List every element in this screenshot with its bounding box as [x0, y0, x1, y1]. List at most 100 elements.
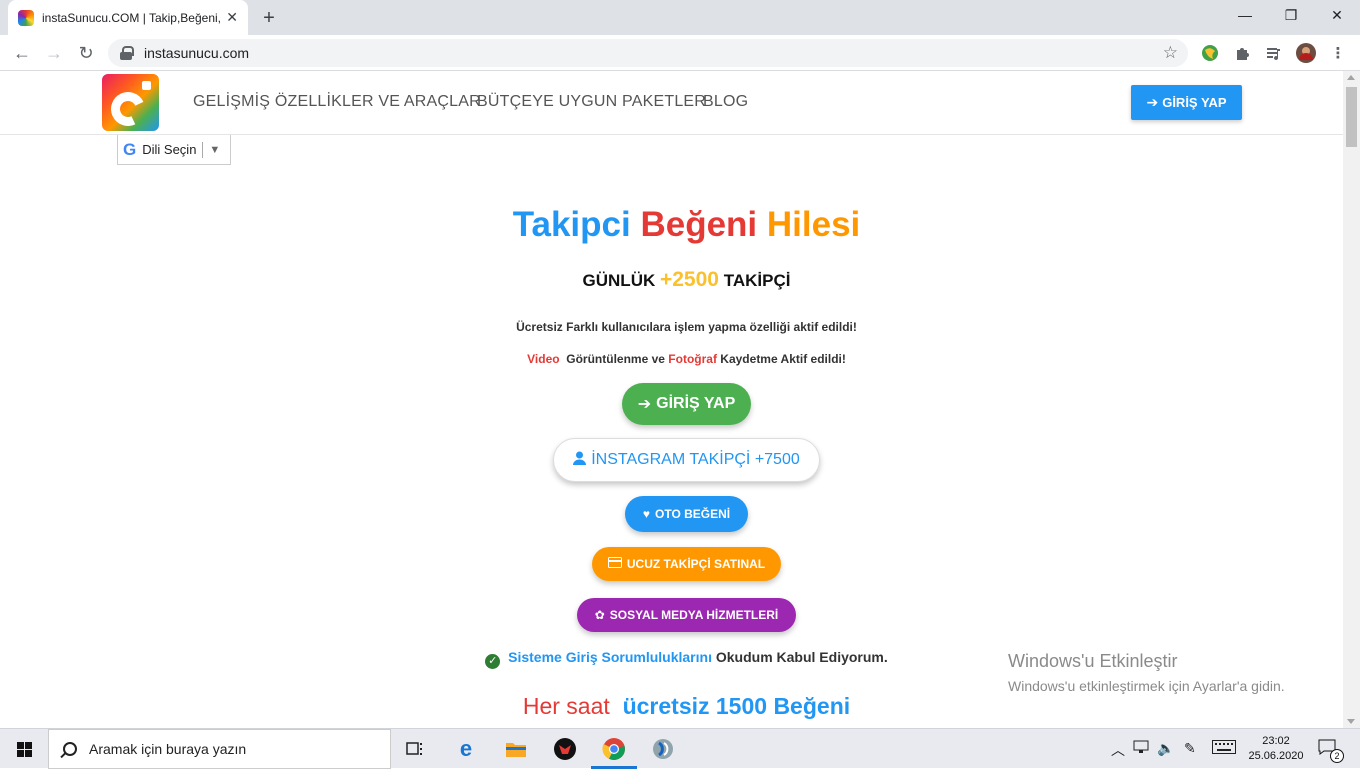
windows-activation-watermark: Windows'u Etkinleştir Windows'u etkinleş…: [1008, 651, 1285, 694]
nav-link-features[interactable]: GELİŞMİŞ ÖZELLİKLER VE ARAÇLAR: [193, 93, 481, 111]
scroll-thumb[interactable]: [1346, 87, 1357, 147]
login-button-label: GİRİŞ YAP: [656, 395, 736, 412]
logo-dot-icon: [142, 81, 151, 90]
sign-in-icon: ➔: [1146, 94, 1159, 110]
bookmark-star-icon[interactable]: ☆: [1163, 43, 1178, 63]
activation-title: Windows'u Etkinleştir: [1008, 651, 1178, 671]
lock-icon: [120, 46, 134, 60]
terms-link[interactable]: Sisteme Giriş Sorumluluklarını: [508, 649, 712, 665]
notification-count-badge: 2: [1330, 749, 1344, 763]
auto-like-label: OTO BEĞENİ: [655, 507, 731, 521]
photo-word: Fotoğraf: [668, 352, 717, 366]
hero-title: Takipci Beğeni Hilesi: [0, 205, 1343, 245]
reload-button[interactable]: ↻: [73, 40, 99, 66]
media-notice: Video Görüntülenme ve Fotoğraf Kaydetme …: [0, 352, 1343, 366]
heart-icon: ♥: [642, 507, 650, 521]
dropdown-arrow-icon: ▼: [209, 143, 221, 156]
hourly-part1: Her saat: [522, 693, 610, 719]
language-select-label: Dili Seçin: [142, 142, 197, 157]
globe-extension-icon[interactable]: [1200, 43, 1220, 63]
media-control-icon[interactable]: [1264, 43, 1284, 63]
daily-followers-headline: GÜNLÜK +2500 TAKİPÇİ: [0, 268, 1343, 292]
browser-toolbar: ← → ↻ instasunucu.com ☆ ⋮: [0, 35, 1360, 71]
search-icon: [63, 742, 77, 756]
site-favicon-icon: [18, 9, 34, 26]
notification-center-button[interactable]: 2: [1318, 739, 1344, 763]
browser-tab-strip: instaSunucu.COM | Takip,Beğeni,H ✕ + — ❐…: [0, 0, 1360, 35]
system-app-icon[interactable]: [649, 735, 677, 763]
edge-browser-icon[interactable]: e: [452, 735, 480, 763]
taskbar-search-box[interactable]: Aramak için buraya yazın: [48, 729, 391, 769]
header-login-button[interactable]: ➔ GİRİŞ YAP: [1131, 85, 1242, 120]
close-tab-icon[interactable]: ✕: [226, 9, 238, 26]
chrome-icon[interactable]: [600, 735, 628, 763]
nav-link-packages[interactable]: BÜTÇEYE UYGUN PAKETLER: [477, 93, 706, 111]
url-text[interactable]: instasunucu.com: [144, 45, 249, 61]
daily-number: +2500: [659, 268, 719, 291]
check-circle-icon: ✓: [485, 654, 501, 669]
daily-prefix: GÜNLÜK: [582, 271, 656, 290]
page-viewport: GELİŞMİŞ ÖZELLİKLER VE ARAÇLAR BÜTÇEYE U…: [0, 71, 1343, 728]
forward-button[interactable]: →: [41, 40, 67, 66]
google-g-icon: G: [123, 139, 137, 159]
social-media-services-label: SOSYAL MEDYA HİZMETLERİ: [609, 608, 779, 622]
notice-middle: Görüntülenme ve: [566, 352, 665, 366]
tray-chevron-up-icon[interactable]: ︿: [1111, 740, 1125, 760]
header-login-label: GİRİŞ YAP: [1162, 95, 1227, 110]
site-header: GELİŞMİŞ ÖZELLİKLER VE ARAÇLAR BÜTÇEYE U…: [0, 71, 1343, 135]
video-word: Video: [527, 352, 560, 366]
back-button[interactable]: ←: [9, 40, 35, 66]
hero-word-takipci: Takipci: [512, 205, 631, 244]
scroll-down-arrow-icon[interactable]: [1347, 719, 1355, 724]
keyboard-icon[interactable]: [1212, 740, 1236, 757]
scroll-up-arrow-icon[interactable]: [1347, 75, 1355, 80]
profile-avatar-icon[interactable]: [1296, 43, 1316, 63]
daily-suffix: TAKİPÇİ: [723, 271, 791, 290]
credit-card-icon: [607, 557, 622, 571]
language-select[interactable]: G Dili Seçin ▼: [117, 135, 231, 165]
hourly-likes-headline: Her saat ücretsiz 1500 Beğeni: [0, 693, 1343, 720]
taskbar-search-placeholder: Aramak için buraya yazın: [89, 741, 247, 757]
window-close-button[interactable]: ✕: [1314, 0, 1360, 30]
extensions-puzzle-icon[interactable]: [1232, 43, 1252, 63]
nav-link-blog[interactable]: BLOG: [703, 93, 748, 111]
flower-icon: ✿: [594, 608, 605, 622]
logo-swirl-icon: [106, 87, 150, 131]
restore-button[interactable]: ❐: [1268, 0, 1314, 30]
divider: [202, 141, 204, 158]
new-tab-button[interactable]: +: [256, 5, 282, 31]
hero-word-hilesi: Hilesi: [766, 205, 861, 244]
instagram-followers-button[interactable]: İNSTAGRAM TAKİPÇİ +7500: [553, 438, 820, 482]
pen-icon[interactable]: ✎: [1184, 740, 1196, 757]
feature-notice: Ücretsiz Farklı kullanıcılara işlem yapm…: [516, 320, 857, 334]
site-logo[interactable]: [102, 74, 159, 131]
windows-taskbar: Aramak için buraya yazın e ︿ 🔈 ✎ 23:02 2…: [0, 728, 1360, 769]
system-clock[interactable]: 23:02 25.06.2020: [1244, 734, 1308, 764]
buy-followers-button[interactable]: UCUZ TAKİPÇİ SATINAL: [592, 547, 781, 581]
windows-logo-icon: [16, 741, 32, 757]
hourly-part2: ücretsiz 1500 Beğeni: [622, 693, 851, 719]
terms-rest: Okudum Kabul Ediyorum.: [715, 649, 888, 665]
user-icon: [573, 451, 587, 470]
tab-title: instaSunucu.COM | Takip,Beğeni,H: [42, 10, 221, 25]
game-app-icon[interactable]: [551, 735, 579, 763]
task-view-icon[interactable]: [402, 735, 430, 763]
auto-like-button[interactable]: ♥ OTO BEĞENİ: [625, 496, 748, 532]
social-media-services-button[interactable]: ✿ SOSYAL MEDYA HİZMETLERİ: [577, 598, 796, 632]
network-icon[interactable]: [1133, 740, 1149, 757]
volume-icon[interactable]: 🔈: [1157, 740, 1174, 757]
start-button[interactable]: [0, 729, 48, 769]
menu-dots-icon[interactable]: ⋮: [1328, 43, 1348, 63]
browser-tab[interactable]: instaSunucu.COM | Takip,Beğeni,H ✕: [8, 0, 248, 35]
clock-time: 23:02: [1262, 735, 1290, 747]
minimize-button[interactable]: —: [1222, 0, 1268, 30]
activation-subtitle: Windows'u etkinleştirmek için Ayarlar'a …: [1008, 678, 1285, 694]
page-scrollbar[interactable]: [1343, 71, 1360, 728]
notice-end: Kaydetme Aktif edildi!: [720, 352, 846, 366]
sign-in-icon: ➔: [637, 396, 652, 413]
instagram-followers-label: İNSTAGRAM TAKİPÇİ +7500: [591, 451, 800, 468]
address-bar[interactable]: instasunucu.com ☆: [108, 39, 1188, 67]
file-explorer-icon[interactable]: [502, 735, 530, 763]
hero-word-begeni: Beğeni: [640, 205, 758, 244]
login-button[interactable]: ➔ GİRİŞ YAP: [622, 383, 751, 425]
